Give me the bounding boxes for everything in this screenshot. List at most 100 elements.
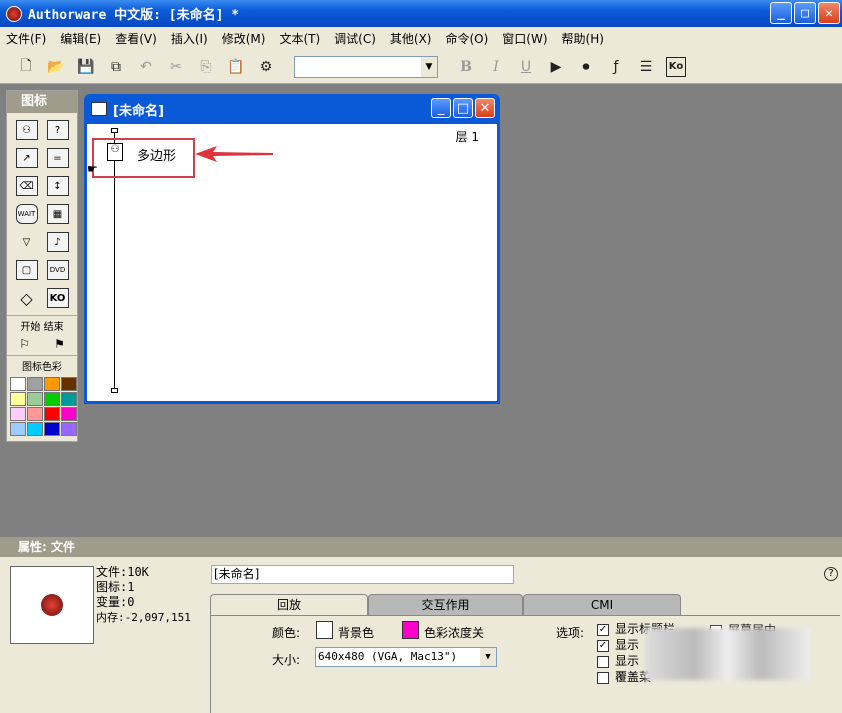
tab-cmi[interactable]: CMI: [523, 594, 681, 616]
icon-color-swatch[interactable]: [61, 407, 77, 421]
display-icon[interactable]: ⚇: [11, 119, 42, 141]
dvd-icon[interactable]: DVD: [42, 259, 73, 281]
start-end-label: 开始 结束: [7, 315, 77, 335]
menu-insert[interactable]: 插入(I): [171, 30, 208, 47]
options-label: 选项:: [556, 624, 584, 641]
chroma-key-label: 色彩浓度关: [424, 624, 484, 641]
level-indicator: 层 1: [456, 128, 479, 145]
icon-color-label: 图标色彩: [7, 355, 77, 375]
framework-icon[interactable]: ▢: [11, 259, 42, 281]
blurred-region: [645, 628, 810, 680]
icon-color-swatch[interactable]: [61, 422, 77, 436]
background-color-label: 背景色: [338, 624, 374, 641]
icon-color-swatch[interactable]: [10, 422, 26, 436]
menu-view[interactable]: 查看(V): [115, 30, 157, 47]
icon-color-swatch[interactable]: [44, 407, 60, 421]
menu-debug[interactable]: 调试(C): [334, 30, 376, 47]
icon-color-swatch[interactable]: [44, 392, 60, 406]
sound-icon[interactable]: ♪: [42, 231, 73, 253]
map-icon[interactable]: ◇: [11, 287, 42, 309]
window-title: Authorware 中文版: [未命名] *: [28, 4, 239, 23]
flow-close-button[interactable]: ✕: [475, 98, 495, 118]
icon-color-swatch[interactable]: [61, 392, 77, 406]
paste-hand-icon: ☛: [87, 162, 98, 176]
menu-file[interactable]: 文件(F): [6, 30, 46, 47]
icon-color-swatch[interactable]: [61, 377, 77, 391]
icon-color-swatch[interactable]: [27, 407, 43, 421]
open-icon[interactable]: 📂: [46, 57, 66, 77]
stop-flag-icon[interactable]: ⚑: [54, 337, 65, 351]
text-style-combo[interactable]: ▼: [294, 56, 438, 78]
paste-icon[interactable]: 📋: [226, 57, 246, 77]
knowledge-objects-button[interactable]: Ko: [666, 57, 686, 77]
flowline-window-icon: [91, 102, 107, 116]
flowline-canvas[interactable]: 层 1 ⚇ 多边形 ☛: [87, 124, 497, 401]
icon-color-swatch[interactable]: [10, 407, 26, 421]
maximize-button[interactable]: □: [794, 2, 816, 24]
find-icon[interactable]: ⚙: [256, 57, 276, 77]
icon-color-swatch[interactable]: [27, 377, 43, 391]
properties-title: 属性: 文件: [18, 540, 75, 554]
control-panel-icon[interactable]: ⏺: [576, 57, 596, 77]
authorware-file-icon: [41, 594, 63, 616]
wait-icon[interactable]: WAIT: [11, 203, 42, 225]
file-title-input[interactable]: [未命名]: [211, 565, 514, 584]
save-all-icon[interactable]: 💾: [76, 57, 96, 77]
tab-playback[interactable]: 回放: [210, 594, 368, 616]
chevron-down-icon[interactable]: ▼: [480, 648, 496, 666]
interaction-icon[interactable]: ↕: [42, 175, 73, 197]
flowline-start-marker: [111, 128, 118, 133]
calculation-icon[interactable]: =: [42, 147, 73, 169]
menu-text[interactable]: 文本(T): [279, 30, 320, 47]
icon-color-swatch[interactable]: [44, 422, 60, 436]
flow-minimize-button[interactable]: _: [431, 98, 451, 118]
icon-color-swatch[interactable]: [27, 392, 43, 406]
underline-button[interactable]: U: [516, 57, 536, 77]
new-file-icon[interactable]: 🗋: [16, 57, 36, 77]
display-icon[interactable]: ⚇: [107, 143, 123, 161]
undo-icon[interactable]: ↶: [136, 57, 156, 77]
size-label: 大小:: [272, 651, 300, 668]
digital-movie-icon[interactable]: ▦: [42, 203, 73, 225]
decision-icon[interactable]: ?: [42, 119, 73, 141]
icon-color-swatch[interactable]: [27, 422, 43, 436]
red-arrow-icon: [195, 146, 273, 162]
menu-modify[interactable]: 修改(M): [222, 30, 266, 47]
chevron-down-icon[interactable]: ▼: [421, 57, 437, 77]
background-color-swatch[interactable]: [316, 621, 333, 639]
chroma-color-swatch[interactable]: [402, 621, 419, 639]
menu-window[interactable]: 窗口(W): [502, 30, 547, 47]
icon-color-grid: [7, 375, 77, 438]
cut-icon[interactable]: ✂: [166, 57, 186, 77]
menu-edit[interactable]: 编辑(E): [60, 30, 101, 47]
copy-icon[interactable]: ⎘: [196, 57, 216, 77]
import-icon[interactable]: ⧉: [106, 57, 126, 77]
icon-label[interactable]: 多边形: [137, 145, 176, 164]
close-button[interactable]: ✕: [818, 2, 840, 24]
icon-color-swatch[interactable]: [10, 377, 26, 391]
icon-color-swatch[interactable]: [10, 392, 26, 406]
help-button[interactable]: ?: [824, 567, 838, 581]
variables-icon[interactable]: ☰: [636, 57, 656, 77]
flow-maximize-button[interactable]: □: [453, 98, 473, 118]
motion-icon[interactable]: ↗: [11, 147, 42, 169]
knowledge-object-icon[interactable]: KO: [42, 287, 73, 309]
erase-icon[interactable]: ⌫: [11, 175, 42, 197]
size-value: 640x480 (VGA, Mac13"): [318, 650, 457, 663]
menu-command[interactable]: 命令(O): [445, 30, 488, 47]
navigate-icon[interactable]: ▽: [11, 231, 42, 253]
icon-color-swatch[interactable]: [44, 377, 60, 391]
italic-button[interactable]: I: [486, 57, 506, 77]
menu-help[interactable]: 帮助(H): [562, 30, 604, 47]
flowline-end-marker: [111, 388, 118, 393]
tab-interaction[interactable]: 交互作用: [368, 594, 523, 616]
run-icon[interactable]: ▶: [546, 57, 566, 77]
palette-title: 图标: [7, 91, 77, 113]
functions-icon[interactable]: ƒ: [606, 57, 626, 77]
menu-other[interactable]: 其他(X): [390, 30, 432, 47]
properties-header[interactable]: 属性: 文件: [0, 537, 842, 557]
size-select[interactable]: 640x480 (VGA, Mac13") ▼: [315, 647, 497, 667]
start-flag-icon[interactable]: ⚐: [19, 337, 30, 351]
minimize-button[interactable]: _: [770, 2, 792, 24]
bold-button[interactable]: B: [456, 57, 476, 77]
